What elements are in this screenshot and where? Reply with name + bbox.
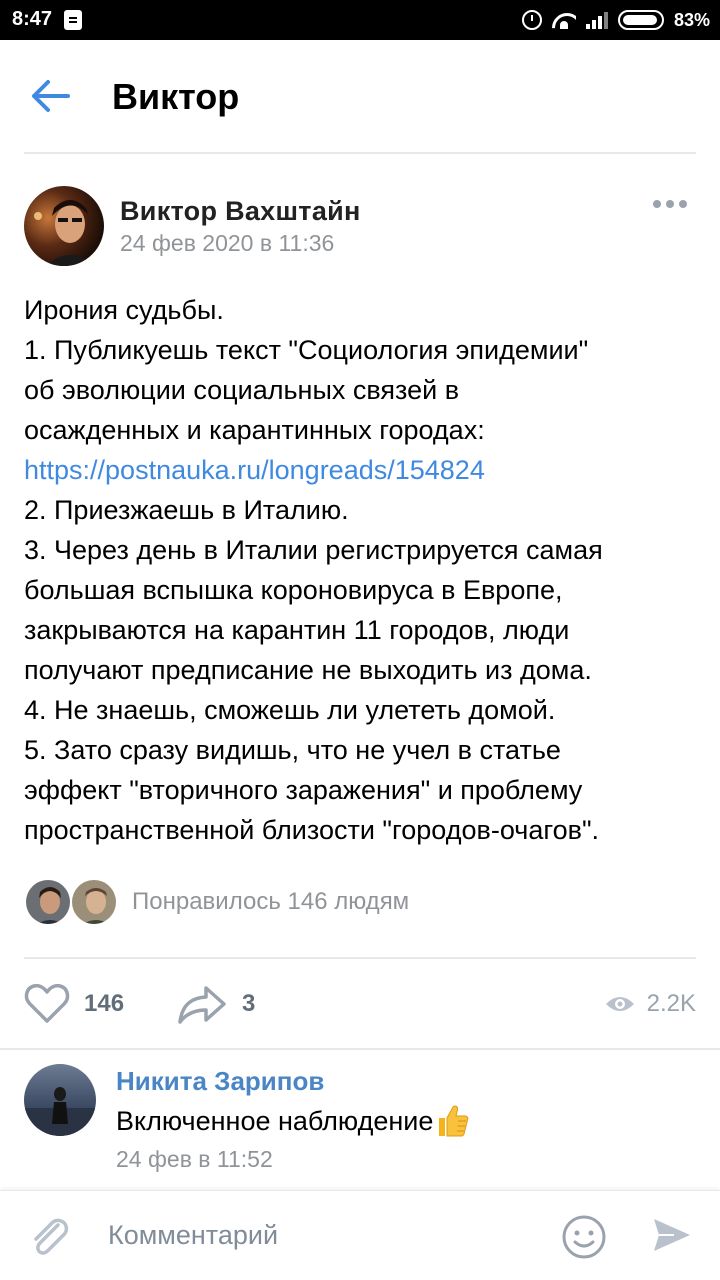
page-title: Виктор [112, 76, 240, 117]
likers-avatars[interactable] [24, 878, 124, 926]
more-dots-icon [653, 200, 661, 208]
more-options-button[interactable] [648, 194, 692, 214]
alarm-icon [521, 10, 542, 30]
like-button[interactable]: 146 [24, 980, 124, 1028]
eye-icon [605, 997, 634, 1011]
author-avatar[interactable] [24, 186, 104, 266]
share-button[interactable]: 3 [176, 980, 255, 1028]
attach-button[interactable] [24, 1211, 74, 1261]
post-line: 5. Зато сразу видишь, что не учел в стат… [24, 735, 561, 765]
send-icon [654, 1219, 690, 1251]
comment-text-row: Включенное наблюдение [116, 1104, 469, 1138]
back-button[interactable] [24, 72, 80, 120]
post-line: пространственной близости "городов-очаго… [24, 815, 600, 845]
signal-icon [585, 11, 608, 29]
thumbs-up-emoji-icon [439, 1105, 469, 1137]
status-bar: 8:47 83% [0, 0, 720, 40]
divider [24, 957, 696, 959]
heart-icon [24, 983, 70, 1023]
status-icons: 83% [521, 6, 710, 34]
status-time: 8:47 [12, 8, 53, 30]
post-line: закрываются на карантин 11 городов, люди [24, 615, 570, 645]
post-text: Ирония судьбы. 1. Публикуешь текст "Соци… [24, 290, 704, 850]
share-count: 3 [242, 990, 256, 1017]
avatar-photo [24, 186, 104, 266]
likes-summary[interactable]: Понравилось 146 людям [132, 888, 409, 916]
views-counter: 2.2K [605, 980, 696, 1028]
post-line: об эволюции социальных связей в [24, 375, 460, 405]
liker-avatar [70, 878, 118, 926]
notification-icon [64, 10, 82, 30]
divider [0, 1048, 720, 1050]
commenter-avatar[interactable] [24, 1064, 96, 1136]
post-date: 24 фев 2020 в 11:36 [120, 230, 335, 256]
post-author-name[interactable]: Виктор Вахштайн [120, 196, 361, 227]
comment-input[interactable] [108, 1213, 538, 1257]
send-button[interactable] [650, 1213, 694, 1257]
post-line: 4. Не знаешь, сможешь ли улететь домой. [24, 695, 556, 725]
post-line: эффект "вторичного заражения" и проблему [24, 775, 583, 805]
commenter-name[interactable]: Никита Зарипов [116, 1066, 324, 1097]
post-link[interactable]: https://postnauka.ru/longreads/154824 [24, 450, 704, 490]
post-line: осажденных и карантинных городах: [24, 415, 485, 445]
smiley-icon [562, 1215, 606, 1259]
liker-avatar [24, 878, 72, 926]
views-count: 2.2K [646, 990, 696, 1017]
share-arrow-icon [178, 986, 226, 1024]
comment-text: Включенное наблюдение [116, 1105, 434, 1136]
post-line: 3. Через день в Италии регистрируется са… [24, 535, 603, 565]
header-divider [24, 152, 696, 154]
back-arrow-icon [32, 80, 70, 112]
wifi-icon [552, 11, 576, 29]
post-line: 2. Приезжаешь в Италию. [24, 495, 349, 525]
emoji-button[interactable] [560, 1213, 608, 1261]
post-line: получают предписание не выходить из дома… [24, 655, 592, 685]
battery-icon [617, 10, 664, 30]
top-bar: Виктор [0, 40, 720, 154]
post-line: большая вспышка короновируса в Европе, [24, 575, 563, 605]
comment-composer [0, 1190, 720, 1280]
like-count: 146 [84, 990, 125, 1017]
post-line: Ирония судьбы. [24, 295, 224, 325]
battery-percent: 83% [673, 9, 710, 30]
paperclip-icon [34, 1218, 69, 1255]
post-line: 1. Публикуешь текст "Социология эпидемии… [24, 335, 589, 365]
comment-date: 24 фев в 11:52 [116, 1146, 273, 1172]
